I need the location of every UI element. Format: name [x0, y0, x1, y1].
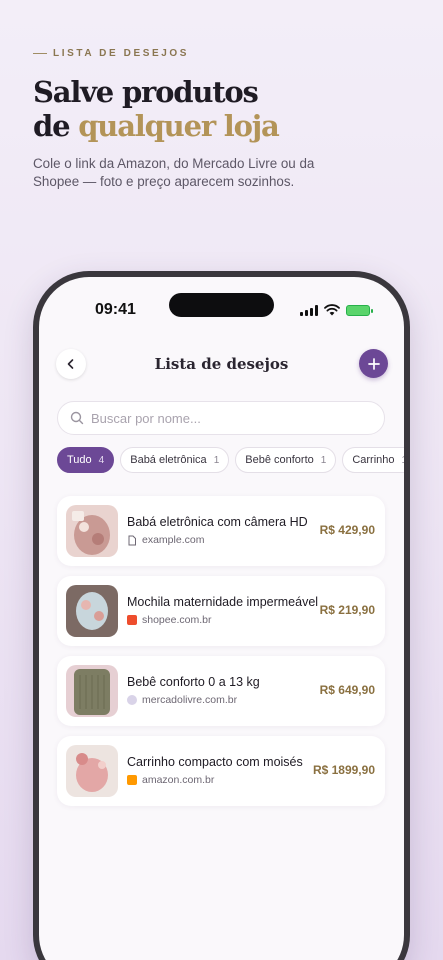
product-name: Babá eletrônica com câmera HD [127, 515, 308, 529]
list-item[interactable]: Mochila maternidade impermeável shopee.c… [57, 576, 385, 646]
hero-subtitle: Cole o link da Amazon, do Mercado Livre … [33, 156, 315, 189]
status-time: 09:41 [95, 301, 136, 318]
filter-chips: Tudo 4 Babá eletrônica 1 Bebê conforto 1… [57, 447, 404, 473]
chip-label: Tudo [67, 454, 92, 466]
product-thumbnail [66, 505, 118, 557]
product-price: R$ 649,90 [319, 683, 375, 697]
hero-title-accent: qualquer loja [78, 109, 280, 143]
product-source: shopee.com.br [127, 614, 211, 626]
product-source: example.com [127, 534, 204, 546]
product-thumbnail [66, 745, 118, 797]
wifi-icon [324, 304, 340, 316]
product-price: R$ 219,90 [319, 603, 375, 617]
chip-baba-eletronica[interactable]: Babá eletrônica 1 [120, 447, 230, 473]
hero-title-line1: Salve produtos [33, 75, 259, 109]
eyebrow: LISTA DE DESEJOS [33, 48, 413, 59]
list-item[interactable]: Bebê conforto 0 a 13 kg mercadolivre.com… [57, 656, 385, 726]
search-input[interactable]: Buscar por nome... [57, 401, 385, 435]
document-icon [128, 535, 136, 545]
hero-title-line2: de qualquer loja [33, 109, 413, 143]
chip-tudo[interactable]: Tudo 4 [57, 447, 115, 473]
hero-title: Salve produtos de qualquer loja [33, 75, 413, 143]
hero-title-prefix: de [33, 109, 79, 143]
list-item[interactable]: Carrinho compacto com moisés amazon.com.… [57, 736, 385, 806]
plus-icon [367, 357, 380, 370]
phone-screen: 09:41 Lista de desejos Buscar por nome..… [39, 277, 404, 960]
list-item[interactable]: Babá eletrônica com câmera HD example.co… [57, 496, 385, 566]
chip-count: 1 [402, 455, 405, 466]
chip-carrinho[interactable]: Carrinho 1 [342, 447, 404, 473]
hero-section: LISTA DE DESEJOS Salve produtos de qualq… [33, 48, 413, 191]
source-domain: mercadolivre.com.br [142, 694, 238, 706]
wishlist: Babá eletrônica com câmera HD example.co… [57, 496, 385, 816]
add-item-button[interactable] [359, 349, 388, 378]
status-icons [300, 304, 373, 316]
product-price: R$ 1899,90 [312, 763, 375, 777]
nav-bar: Lista de desejos [39, 349, 404, 383]
eyebrow-text: LISTA DE DESEJOS [53, 48, 190, 59]
product-name: Bebê conforto 0 a 13 kg [127, 675, 260, 689]
phone-frame: 09:41 Lista de desejos Buscar por nome..… [33, 271, 410, 960]
chip-label: Carrinho [352, 454, 395, 466]
product-source: mercadolivre.com.br [127, 694, 237, 706]
product-source: amazon.com.br [127, 774, 214, 786]
source-domain: example.com [142, 534, 205, 546]
shopee-icon [127, 615, 137, 625]
page-title: Lista de desejos [154, 355, 289, 373]
source-domain: shopee.com.br [142, 614, 212, 626]
chip-count: 1 [320, 454, 327, 466]
source-domain: amazon.com.br [142, 774, 215, 786]
dynamic-island [169, 293, 274, 317]
chip-bebe-conforto[interactable]: Bebê conforto 1 [235, 447, 337, 473]
signal-icon [300, 304, 318, 316]
mercadolivre-icon [127, 695, 137, 705]
chip-label: Bebê conforto [245, 454, 314, 466]
search-placeholder: Buscar por nome... [91, 410, 201, 426]
chip-count: 4 [98, 454, 105, 466]
chip-label: Babá eletrônica [130, 454, 207, 466]
eyebrow-dash [33, 53, 47, 54]
battery-icon [346, 304, 373, 316]
search-icon [70, 411, 84, 425]
chip-count: 1 [213, 454, 220, 466]
product-thumbnail [66, 665, 118, 717]
product-name: Carrinho compacto com moisés [127, 755, 303, 769]
product-price: R$ 429,90 [319, 523, 375, 537]
product-name: Mochila maternidade impermeável [127, 595, 319, 609]
product-thumbnail [66, 585, 118, 637]
amazon-icon [127, 775, 137, 785]
